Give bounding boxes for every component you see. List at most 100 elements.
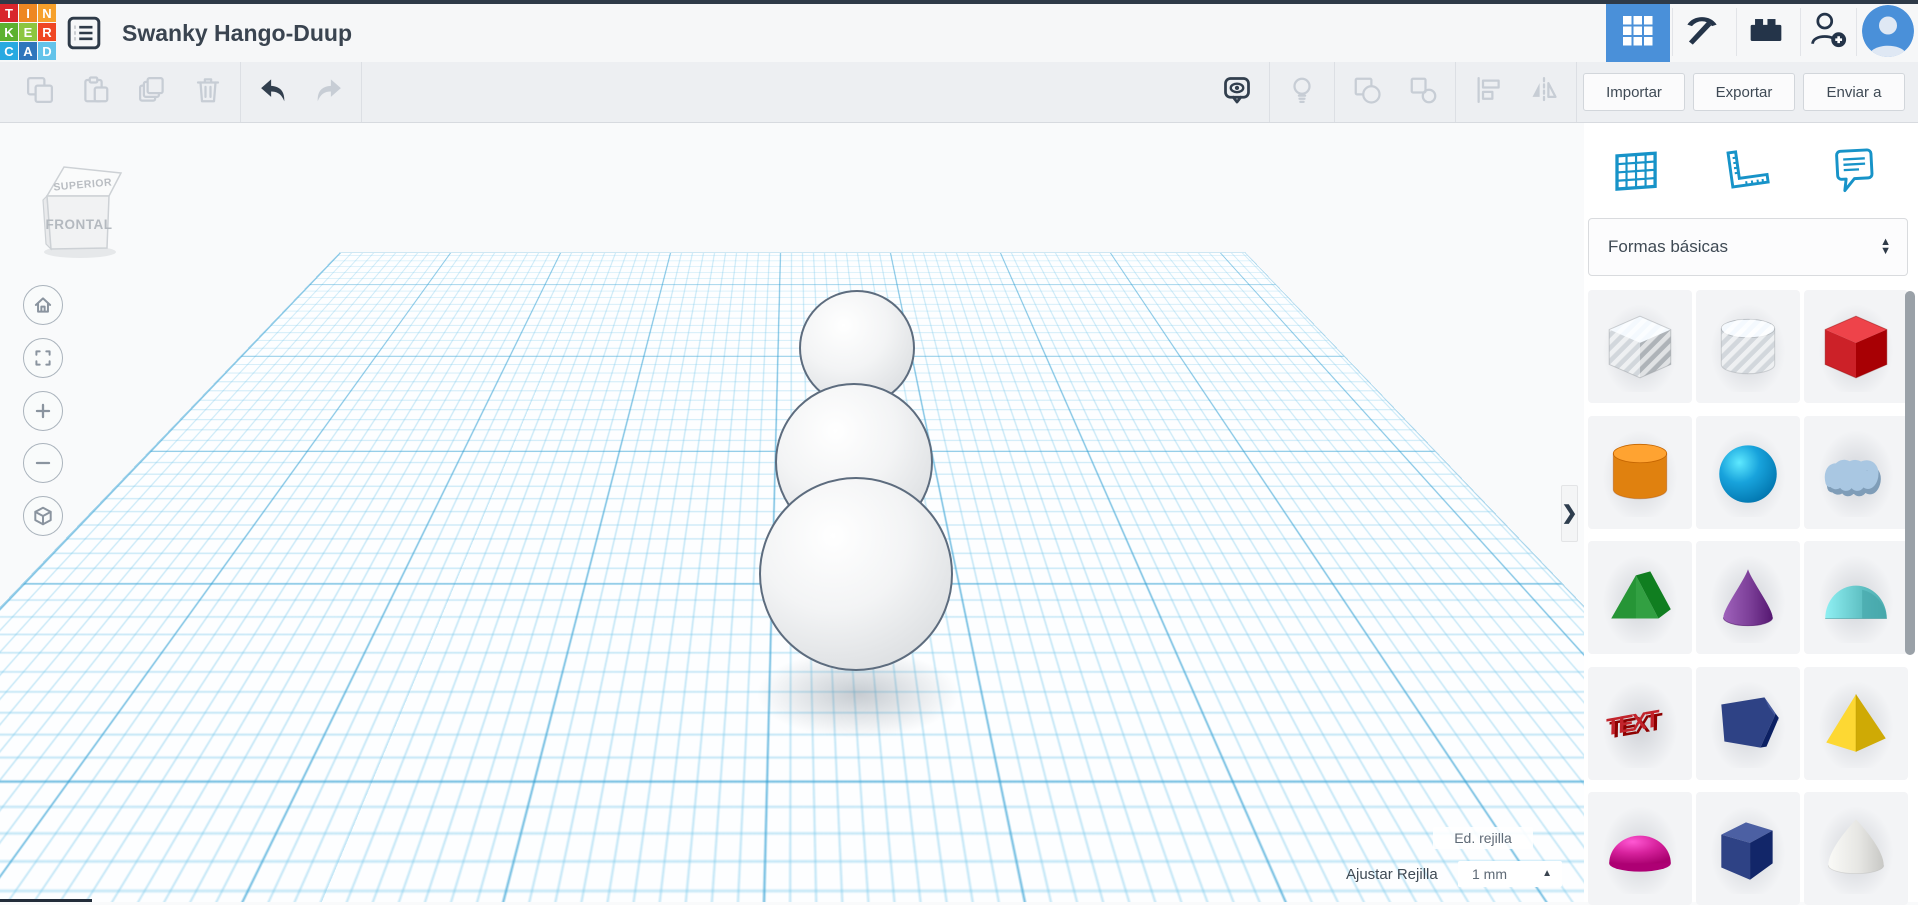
shape-techo[interactable] [1588,541,1692,654]
edit-toolbar: Importar Exportar Enviar a [0,62,1918,123]
top-bar: TIN KER CAD Swanky Hango-Duup [0,0,1918,62]
copy-button[interactable] [18,70,62,114]
shape-caja-agujero[interactable] [1588,290,1692,403]
updown-arrows-icon: ▲ ▼ [1880,236,1891,257]
edit-toolbar-right-group [1209,62,1581,122]
toolbar-divider [1269,62,1270,122]
edit-toolbar-left-group [12,62,366,122]
notes-tool[interactable] [1824,141,1884,201]
importar-button[interactable]: Importar [1583,73,1685,111]
cono-icon [1722,568,1774,626]
logo-tile: R [38,23,56,41]
logo-tile: C [0,42,18,60]
workplane-tool[interactable] [1608,141,1668,201]
light-button[interactable] [1280,70,1324,114]
brick-icon [1747,11,1785,54]
shape-poligono[interactable] [1696,792,1800,905]
shape-garabato[interactable] [1804,415,1908,529]
show-all-button[interactable] [1215,70,1259,114]
paste-button[interactable] [74,70,118,114]
duplicate-icon [137,75,167,110]
invite-button[interactable] [1804,10,1852,54]
shape-paraboloide[interactable] [1804,792,1908,905]
show-all-icon [1222,75,1252,110]
shape-cuna[interactable] [1696,666,1800,780]
main-menu-button[interactable] [66,15,102,51]
shape-techo-redondeado[interactable] [1804,541,1908,654]
shape-cilindro[interactable] [1588,415,1692,529]
shape-texto[interactable]: TEXT TEXT [1588,666,1692,780]
shape-category-dropdown[interactable]: Formas básicas ▲ ▼ [1588,218,1908,276]
shape-category-value: Formas básicas [1608,237,1728,256]
tinkercad-logo[interactable]: TIN KER CAD [0,4,57,62]
view-cube[interactable]: SUPERIOR FRONTAL [30,148,134,265]
zoom-in-button[interactable] [23,391,63,431]
cuna-icon [1721,697,1779,748]
group-icon [1352,75,1382,110]
align-button[interactable] [1466,70,1510,114]
canvas-viewport[interactable]: SUPERIOR FRONTAL Ed. rejilla Ajustar Rej… [0,123,1584,902]
snap-grid-label: Ajustar Rejilla [1346,866,1438,883]
divider [1856,8,1857,56]
shape-caja[interactable] [1804,290,1908,403]
esfera-icon [1719,445,1777,503]
perspective-button[interactable] [23,496,63,536]
enviar-a-button[interactable]: Enviar a [1803,73,1905,111]
panel-collapse-toggle[interactable]: ❯ [1561,485,1578,542]
shape-cilindro-agujero[interactable] [1696,290,1800,403]
home-view-button[interactable] [23,285,63,325]
logo-tile: I [19,4,37,22]
cilindro-agujero-icon [1720,318,1776,374]
paste-icon [81,75,111,110]
shape-semiesfera[interactable] [1588,792,1692,905]
ungroup-button[interactable] [1401,70,1445,114]
techo-icon [1611,570,1671,619]
snap-grid-select[interactable]: 1 mm ▲ [1458,861,1562,887]
copy-icon [25,75,55,110]
fit-view-button[interactable] [23,338,63,378]
person-add-icon [1807,9,1849,56]
align-icon [1473,75,1503,110]
edit-grid-button[interactable]: Ed. rejilla [1433,827,1533,849]
shape-cono[interactable] [1696,541,1800,654]
panel-scrollbar-thumb[interactable] [1905,291,1915,655]
chevron-right-icon: ❯ [1561,503,1578,524]
minecraft-export-button[interactable] [1678,10,1726,54]
redo-button[interactable] [307,70,351,114]
view-3d-design-button[interactable] [1606,4,1670,62]
viewcube-front-label: FRONTAL [46,217,113,232]
shape-piramide[interactable] [1804,666,1908,780]
mirror-button[interactable] [1522,70,1566,114]
divider [1800,8,1801,56]
redo-icon [314,75,344,110]
delete-icon [193,75,223,110]
brick-export-button[interactable] [1742,10,1790,54]
action-buttons: Importar Exportar Enviar a [1583,73,1905,111]
toolbar-divider [1334,62,1335,122]
ungroup-icon [1408,75,1438,110]
zoom-out-button[interactable] [23,443,63,483]
snap-grid-value: 1 mm [1472,866,1507,882]
design-title[interactable]: Swanky Hango-Duup [122,0,352,62]
sphere-bottom[interactable] [759,477,953,671]
mirror-icon [1529,75,1559,110]
cilindro-icon [1612,443,1668,500]
techo-redondeado-icon [1825,585,1887,619]
logo-tile: T [0,4,18,22]
divider [1736,8,1737,56]
duplicate-button[interactable] [130,70,174,114]
piramide-icon [1826,694,1886,752]
avatar[interactable] [1862,5,1914,57]
undo-icon [258,75,288,110]
delete-button[interactable] [186,70,230,114]
ruler-tool[interactable] [1716,141,1776,201]
shape-esfera[interactable] [1696,415,1800,529]
group-button[interactable] [1345,70,1389,114]
toolbar-divider [1455,62,1456,122]
undo-button[interactable] [251,70,295,114]
logo-tile: N [38,4,56,22]
garabato-icon [1824,459,1881,497]
exportar-button[interactable]: Exportar [1693,73,1795,111]
light-icon [1287,75,1317,110]
shapes-panel: Formas básicas ▲ ▼ TEXT TEXT [1584,123,1918,905]
